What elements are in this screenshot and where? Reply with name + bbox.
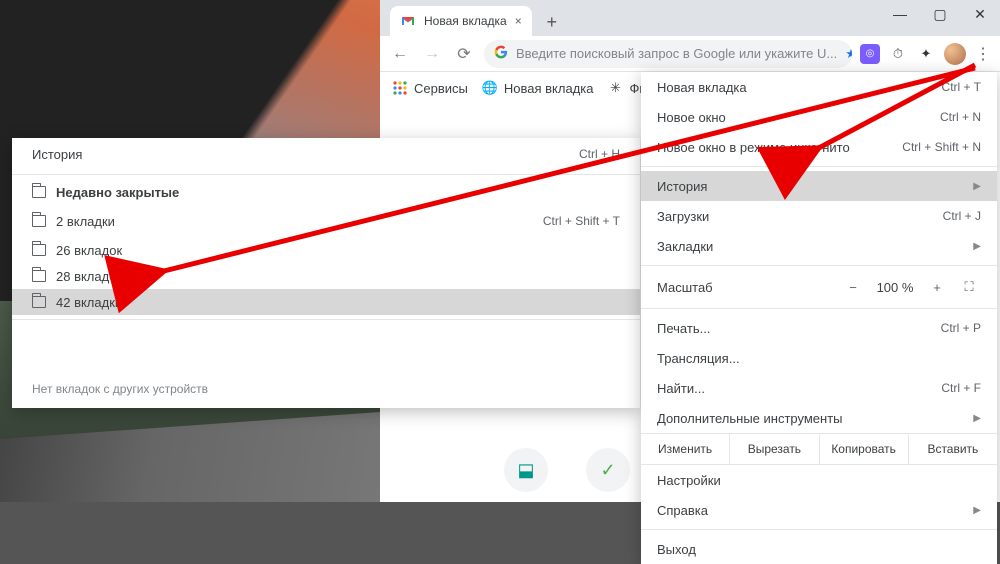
menu-new-window[interactable]: Новое окноCtrl + N <box>641 102 997 132</box>
toolbar: ← → ⟳ Введите поисковый запрос в Google … <box>380 36 1000 72</box>
menu-exit[interactable]: Выход <box>641 534 997 564</box>
menu-edit-copy[interactable]: Копировать <box>820 434 909 464</box>
menu-new-tab[interactable]: Новая вкладкаCtrl + T <box>641 72 997 102</box>
zoom-out-button[interactable]: − <box>841 275 865 299</box>
chrome-menu: Новая вкладкаCtrl + T Новое окноCtrl + N… <box>641 72 997 564</box>
history-footer: Нет вкладок с других устройств <box>12 370 640 408</box>
extension-icon-1[interactable]: ◎ <box>860 44 880 64</box>
folder-icon <box>32 270 46 282</box>
new-tab-button[interactable]: + <box>538 8 566 36</box>
extensions-puzzle-icon[interactable]: ✦ <box>916 44 936 64</box>
history-item[interactable]: 2 вкладки Ctrl + Shift + T <box>12 205 640 237</box>
folder-icon <box>32 244 46 256</box>
browser-tab[interactable]: Новая вкладка × <box>390 6 532 36</box>
bookmark-label: Сервисы <box>414 81 468 96</box>
history-submenu: История Ctrl + H Недавно закрытые 2 вкла… <box>12 138 640 408</box>
menu-downloads[interactable]: ЗагрузкиCtrl + J <box>641 201 997 231</box>
history-item[interactable]: 42 вкладки <box>12 289 640 315</box>
reload-button[interactable]: ⟳ <box>452 42 476 66</box>
menu-cast[interactable]: Трансляция... <box>641 343 997 373</box>
menu-help[interactable]: Справка▶ <box>641 495 997 525</box>
fullscreen-icon[interactable]: ⛶ <box>957 275 981 299</box>
shortcut-tile[interactable]: ✓ <box>586 448 630 492</box>
menu-edit-row: Изменить Вырезать Копировать Вставить <box>641 433 997 465</box>
film-icon: ✳ <box>607 80 623 96</box>
back-button[interactable]: ← <box>388 42 412 66</box>
window-controls: — ▢ ✕ <box>880 0 1000 28</box>
menu-find[interactable]: Найти...Ctrl + F <box>641 373 997 403</box>
bookmark-label: Новая вкладка <box>504 81 594 96</box>
chevron-right-icon: ▶ <box>973 413 981 424</box>
folder-icon <box>32 186 46 198</box>
tab-title: Новая вкладка <box>424 14 507 28</box>
zoom-in-button[interactable]: + <box>925 275 949 299</box>
shortcut-tile[interactable]: ⬓ <box>504 448 548 492</box>
bookmark-apps[interactable]: Сервисы <box>392 80 468 96</box>
history-recently-closed-header: Недавно закрытые <box>12 179 640 205</box>
history-open[interactable]: История Ctrl + H <box>12 138 640 170</box>
menu-more-tools[interactable]: Дополнительные инструменты▶ <box>641 403 997 433</box>
close-button[interactable]: ✕ <box>960 0 1000 28</box>
forward-button[interactable]: → <box>420 42 444 66</box>
menu-bookmarks[interactable]: Закладки▶ <box>641 231 997 261</box>
bookmark-star-icon[interactable]: ★ <box>845 46 852 62</box>
minimize-button[interactable]: — <box>880 0 920 28</box>
profile-avatar[interactable] <box>944 43 966 65</box>
chevron-right-icon: ▶ <box>973 181 981 192</box>
extension-icon-2[interactable]: ⏱ <box>888 44 908 64</box>
menu-incognito[interactable]: Новое окно в режиме инкогнитоCtrl + Shif… <box>641 132 997 162</box>
apps-grid-icon <box>392 80 408 96</box>
maximize-button[interactable]: ▢ <box>920 0 960 28</box>
menu-edit-cut[interactable]: Вырезать <box>730 434 819 464</box>
menu-history[interactable]: История▶ <box>641 171 997 201</box>
titlebar: Новая вкладка × + — ▢ ✕ <box>380 0 1000 36</box>
gmail-icon <box>400 13 416 29</box>
menu-edit-label: Изменить <box>641 434 730 464</box>
history-item[interactable]: 26 вкладок <box>12 237 640 263</box>
menu-edit-paste[interactable]: Вставить <box>909 434 997 464</box>
chrome-menu-button[interactable]: ⋮ <box>974 42 992 66</box>
menu-settings[interactable]: Настройки <box>641 465 997 495</box>
menu-print[interactable]: Печать...Ctrl + P <box>641 313 997 343</box>
google-g-icon <box>494 45 508 62</box>
globe-icon: 🌐 <box>482 80 498 96</box>
close-tab-icon[interactable]: × <box>515 14 522 28</box>
zoom-value: 100 % <box>873 280 917 295</box>
omnibox[interactable]: Введите поисковый запрос в Google или ук… <box>484 40 852 68</box>
menu-zoom: Масштаб − 100 % + ⛶ <box>641 270 997 304</box>
folder-icon <box>32 296 46 308</box>
history-item[interactable]: 28 вкладок <box>12 263 640 289</box>
chevron-right-icon: ▶ <box>973 505 981 516</box>
folder-icon <box>32 215 46 227</box>
bookmark-newtab[interactable]: 🌐 Новая вкладка <box>482 80 594 96</box>
chevron-right-icon: ▶ <box>973 241 981 252</box>
omnibox-placeholder: Введите поисковый запрос в Google или ук… <box>516 46 837 61</box>
